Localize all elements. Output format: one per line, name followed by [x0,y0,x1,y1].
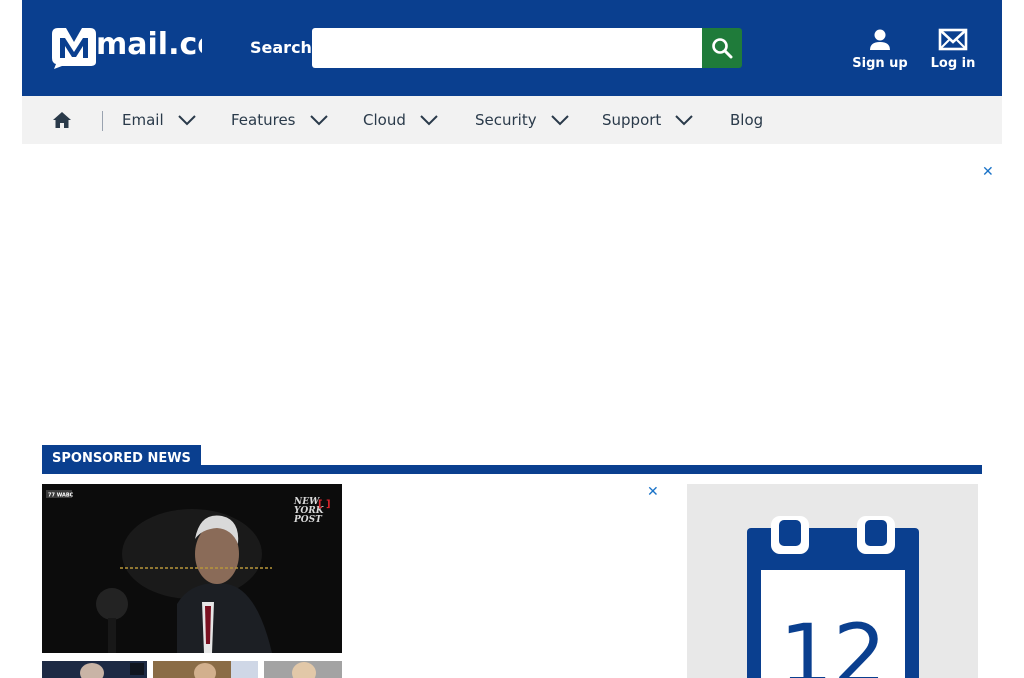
news-thumbnail-image [264,661,342,678]
sign-up-label: Sign up [852,56,908,71]
news-thumbnail[interactable] [42,661,147,678]
search-icon [712,38,733,59]
logo-text: mail.com [96,27,202,62]
sponsored-news-video[interactable]: 77 WABC NEW YORK POST [ ] [42,484,342,653]
chevron-down-icon [420,115,438,126]
sponsored-news-label: SPONSORED NEWS [52,450,191,466]
nav-item-label: Support [602,111,662,129]
news-thumbnail[interactable] [264,661,342,678]
ad-close-button[interactable]: ✕ [982,164,994,180]
ad-close-button[interactable]: ✕ [647,484,659,500]
nav-item-email[interactable]: Email [122,96,196,144]
calendar-day: 12 [780,606,887,678]
news-thumbnail[interactable] [153,661,258,678]
search-button[interactable] [702,28,742,68]
nav-item-features[interactable]: Features [231,96,328,144]
site-header: mail.com Search Sign up Log in [22,0,1002,96]
calendar-icon: 12 [687,484,978,678]
log-in-label: Log in [930,56,976,71]
sign-up-button[interactable]: Sign up [850,28,910,78]
nav-item-support[interactable]: Support [602,96,694,144]
svg-text:[ ]: [ ] [318,499,331,510]
news-channel-badge: 77 WABC [48,493,74,499]
calendar-promo[interactable]: 12 [687,484,978,678]
news-video-frame: 77 WABC NEW YORK POST [ ] [42,484,342,653]
chevron-down-icon [177,115,196,126]
nav-item-blog[interactable]: Blog [730,96,763,144]
page: mail.com Search Sign up Log in [0,0,1024,678]
nav-item-security[interactable]: Security [475,96,569,144]
log-in-button[interactable]: Log in [923,28,983,78]
home-icon[interactable] [52,110,72,130]
envelope-icon [938,28,968,51]
nav-item-label: Features [231,111,296,129]
news-thumbnail-image [153,661,258,678]
chevron-down-icon [675,115,694,126]
main-nav: Email Features Cloud Security Support Bl… [22,96,1002,144]
news-thumbnail-image [42,661,147,678]
nav-divider [102,111,103,131]
nav-item-cloud[interactable]: Cloud [363,96,438,144]
sponsored-news-heading: SPONSORED NEWS [42,445,201,471]
nav-item-label: Email [122,111,164,129]
mail-com-logo[interactable]: mail.com [50,26,202,70]
chevron-down-icon [309,115,328,126]
chevron-down-icon [550,115,569,126]
nav-item-label: Security [475,111,537,129]
search-label: Search [250,38,312,57]
user-icon [870,29,890,50]
nav-item-label: Blog [730,111,764,129]
nav-item-label: Cloud [363,111,406,129]
search-input[interactable] [312,28,702,68]
svg-text:POST: POST [293,515,323,525]
